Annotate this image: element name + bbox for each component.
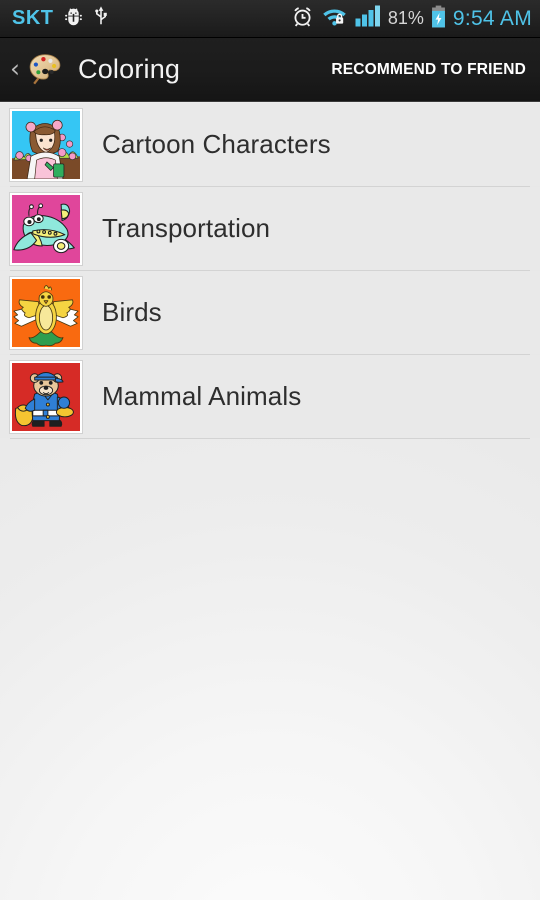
paint-palette-icon xyxy=(24,49,66,91)
yellow-bird-thumbnail xyxy=(10,276,82,349)
carrier-label: SKT xyxy=(12,7,54,29)
list-item[interactable]: Cartoon Characters xyxy=(0,103,540,186)
bear-mailman-thumbnail xyxy=(10,360,82,433)
page-title: Coloring xyxy=(78,54,181,84)
back-chevron-icon[interactable]: ‹ xyxy=(8,56,23,84)
status-bar: SKT 81% 9:54 AM xyxy=(0,0,540,38)
list-item[interactable]: Mammal Animals xyxy=(0,355,540,438)
battery-percent-label: 81% xyxy=(387,8,424,28)
recommend-to-friend-button[interactable]: RECOMMEND TO FRIEND xyxy=(331,61,526,79)
list-item[interactable]: Transportation xyxy=(0,187,540,270)
clock-label: 9:54 AM xyxy=(452,6,532,30)
cellular-signal-icon xyxy=(355,5,381,32)
status-bar-left-group: SKT xyxy=(12,5,109,32)
list-item-label: Transportation xyxy=(102,213,271,243)
battery-charging-icon xyxy=(431,5,446,33)
coloring-app-screen: SKT 81% 9:54 AM ‹ Coloring RECOMMEND TO … xyxy=(0,0,540,900)
alarm-clock-icon xyxy=(291,5,314,33)
list-item[interactable]: Birds xyxy=(0,271,540,354)
usb-icon xyxy=(93,5,109,32)
status-bar-right-group: 81% 9:54 AM xyxy=(291,5,532,33)
android-debug-bug-icon xyxy=(63,6,84,32)
list-bottom-divider xyxy=(10,438,530,439)
cartoon-airplane-thumbnail xyxy=(10,192,82,265)
action-bar: ‹ Coloring RECOMMEND TO FRIEND xyxy=(0,38,540,102)
list-item-label: Mammal Animals xyxy=(102,381,302,411)
cartoon-girl-gardening-thumbnail xyxy=(10,108,82,181)
list-item-label: Cartoon Characters xyxy=(102,129,331,159)
wifi-secure-icon xyxy=(321,5,348,32)
content-area: Cartoon Characters Transportation Birds … xyxy=(0,103,540,900)
list-item-label: Birds xyxy=(102,297,162,327)
category-list: Cartoon Characters Transportation Birds … xyxy=(0,103,540,439)
